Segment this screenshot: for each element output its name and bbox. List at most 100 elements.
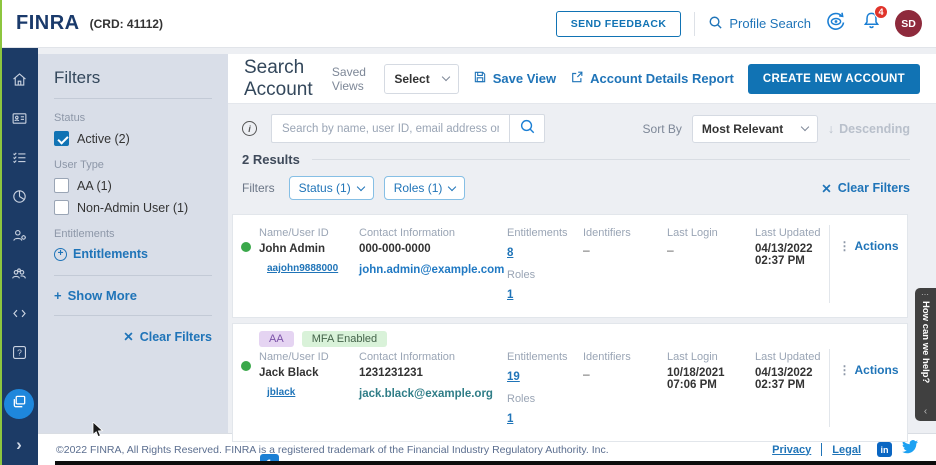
saved-views-select[interactable]: Select xyxy=(384,64,458,94)
save-view-link[interactable]: Save View xyxy=(473,70,556,87)
show-more-link[interactable]: + Show More xyxy=(54,288,212,303)
column-header-identifiers: Identifiers xyxy=(583,351,667,363)
active-status-dot xyxy=(241,361,251,371)
kebab-icon: ⋮ xyxy=(838,363,850,377)
crd-number: (CRD: 41112) xyxy=(90,17,163,31)
column-header-last-updated: Last Updated xyxy=(755,351,829,363)
pie-chart-icon[interactable] xyxy=(8,185,30,207)
task-list-icon[interactable] xyxy=(8,146,30,168)
descending-toggle[interactable]: ↓ Descending xyxy=(828,122,910,136)
user-id-link[interactable]: jblack xyxy=(267,387,295,398)
user-name: Jack Black xyxy=(259,367,359,379)
table-row: AA MFA Enabled Name/User ID Jack Black j… xyxy=(232,323,908,442)
clear-filters-label: Clear Filters xyxy=(838,181,910,195)
filter-option-label: AA (1) xyxy=(77,179,112,193)
row-actions-button[interactable]: ⋮ Actions xyxy=(829,349,907,427)
filter-usertype-nonadmin[interactable]: Non-Admin User (1) xyxy=(54,200,212,215)
clear-filters-link[interactable]: ✕ Clear Filters xyxy=(821,181,910,196)
send-feedback-button[interactable]: SEND FEEDBACK xyxy=(556,11,682,37)
history-view-icon[interactable] xyxy=(824,9,848,38)
roles-count-link[interactable]: 1 xyxy=(507,413,513,425)
checkbox-icon[interactable] xyxy=(54,200,69,215)
column-header-roles: Roles xyxy=(507,393,583,405)
roles-count-link[interactable]: 1 xyxy=(507,289,513,301)
user-group-icon[interactable] xyxy=(8,263,30,285)
info-icon[interactable]: i xyxy=(242,121,257,136)
saved-views-label: Saved Views xyxy=(332,65,370,93)
phone-number: 1231231231 xyxy=(359,367,507,379)
search-icon xyxy=(519,118,536,140)
row-actions-button[interactable]: ⋮ Actions xyxy=(829,225,907,303)
left-accent-line xyxy=(0,0,2,465)
windows-switcher-button[interactable] xyxy=(4,389,34,419)
chevron-down-icon xyxy=(448,182,456,190)
column-header-last-updated: Last Updated xyxy=(755,227,829,239)
help-widget-tab[interactable]: ⋯ How can we help? ‹ xyxy=(915,288,936,421)
results-list: Name/User ID John Admin aajohn9888000 Co… xyxy=(232,214,908,442)
create-new-account-button[interactable]: CREATE NEW ACCOUNT xyxy=(748,64,920,94)
user-type-section-label: User Type xyxy=(54,159,212,171)
svg-text:?: ? xyxy=(17,347,22,357)
column-header-name: Name/User ID xyxy=(259,351,359,363)
column-header-identifiers: Identifiers xyxy=(583,227,667,239)
rail-expand-chevron[interactable]: › xyxy=(16,435,22,455)
contact-card-icon[interactable] xyxy=(8,107,30,129)
filter-option-label: Active (2) xyxy=(77,132,130,146)
active-filters-row: Filters Status (1) Roles (1) ✕ Clear Fil… xyxy=(228,167,936,204)
kebab-icon: ⋮ xyxy=(838,239,850,253)
search-toolbar: i Sort By Most Relevant xyxy=(228,104,936,149)
search-input[interactable] xyxy=(271,114,509,143)
identifiers-value: – xyxy=(583,243,667,257)
sidebar-clear-filters-link[interactable]: ✕ Clear Filters xyxy=(54,329,212,344)
search-button[interactable] xyxy=(509,114,545,143)
notifications-button[interactable]: 4 xyxy=(861,10,882,37)
top-bar: FINRA (CRD: 41112) SEND FEEDBACK Profile… xyxy=(0,0,936,48)
chevron-down-icon xyxy=(356,182,364,190)
filters-row-label: Filters xyxy=(242,181,275,195)
phone-number: 000-000-0000 xyxy=(359,243,507,255)
checkbox-checked-icon[interactable] xyxy=(54,131,69,146)
code-icon[interactable] xyxy=(8,302,30,324)
mfa-enabled-badge: MFA Enabled xyxy=(302,331,387,347)
account-details-report-link[interactable]: Account Details Report xyxy=(570,70,734,87)
save-icon xyxy=(473,70,487,87)
column-header-contact: Contact Information xyxy=(359,227,507,239)
row-badges: AA MFA Enabled xyxy=(233,324,907,347)
profile-search-link[interactable]: Profile Search xyxy=(708,15,811,33)
email-link[interactable]: jack.black@example.org xyxy=(359,388,507,400)
home-icon[interactable] xyxy=(8,68,30,90)
last-login-time: 07:06 PM xyxy=(667,379,755,391)
plus-circle-icon: + xyxy=(54,248,67,261)
last-updated-time: 02:37 PM xyxy=(755,379,829,391)
sort-select[interactable]: Most Relevant xyxy=(692,115,818,143)
chip-label: Roles (1) xyxy=(394,181,443,195)
user-avatar[interactable]: SD xyxy=(895,10,922,37)
column-header-last-login: Last Login xyxy=(667,351,755,363)
last-updated-time: 02:37 PM xyxy=(755,255,829,267)
user-name: John Admin xyxy=(259,243,359,255)
finra-logo: FINRA xyxy=(16,12,80,35)
roles-filter-chip[interactable]: Roles (1) xyxy=(384,176,466,200)
main-panel: Search Account Saved Views Select Save V… xyxy=(228,54,936,433)
help-tab-label: How can we help? xyxy=(920,301,931,407)
last-updated-date: 04/13/2022 xyxy=(755,367,829,379)
filter-usertype-aa[interactable]: AA (1) xyxy=(54,178,212,193)
page-title: Search Account xyxy=(244,57,318,101)
filters-title: Filters xyxy=(54,68,212,99)
filter-status-active[interactable]: Active (2) xyxy=(54,131,212,146)
user-id-link[interactable]: aajohn9888000 xyxy=(267,263,338,274)
divider xyxy=(54,275,212,276)
identifiers-value: – xyxy=(583,367,667,381)
status-filter-chip[interactable]: Status (1) xyxy=(289,176,374,200)
user-settings-icon[interactable] xyxy=(8,224,30,246)
help-icon[interactable]: ? xyxy=(8,341,30,363)
status-section-label: Status xyxy=(54,112,212,124)
checkbox-icon[interactable] xyxy=(54,178,69,193)
entitlements-count-link[interactable]: 19 xyxy=(507,371,520,383)
entitlements-count-link[interactable]: 8 xyxy=(507,247,513,259)
aa-badge: AA xyxy=(259,331,294,347)
entitlements-link[interactable]: + Entitlements xyxy=(54,247,212,261)
show-more-label: Show More xyxy=(68,288,137,303)
sort-by-label: Sort By xyxy=(643,122,682,136)
email-link[interactable]: john.admin@example.com xyxy=(359,264,507,276)
